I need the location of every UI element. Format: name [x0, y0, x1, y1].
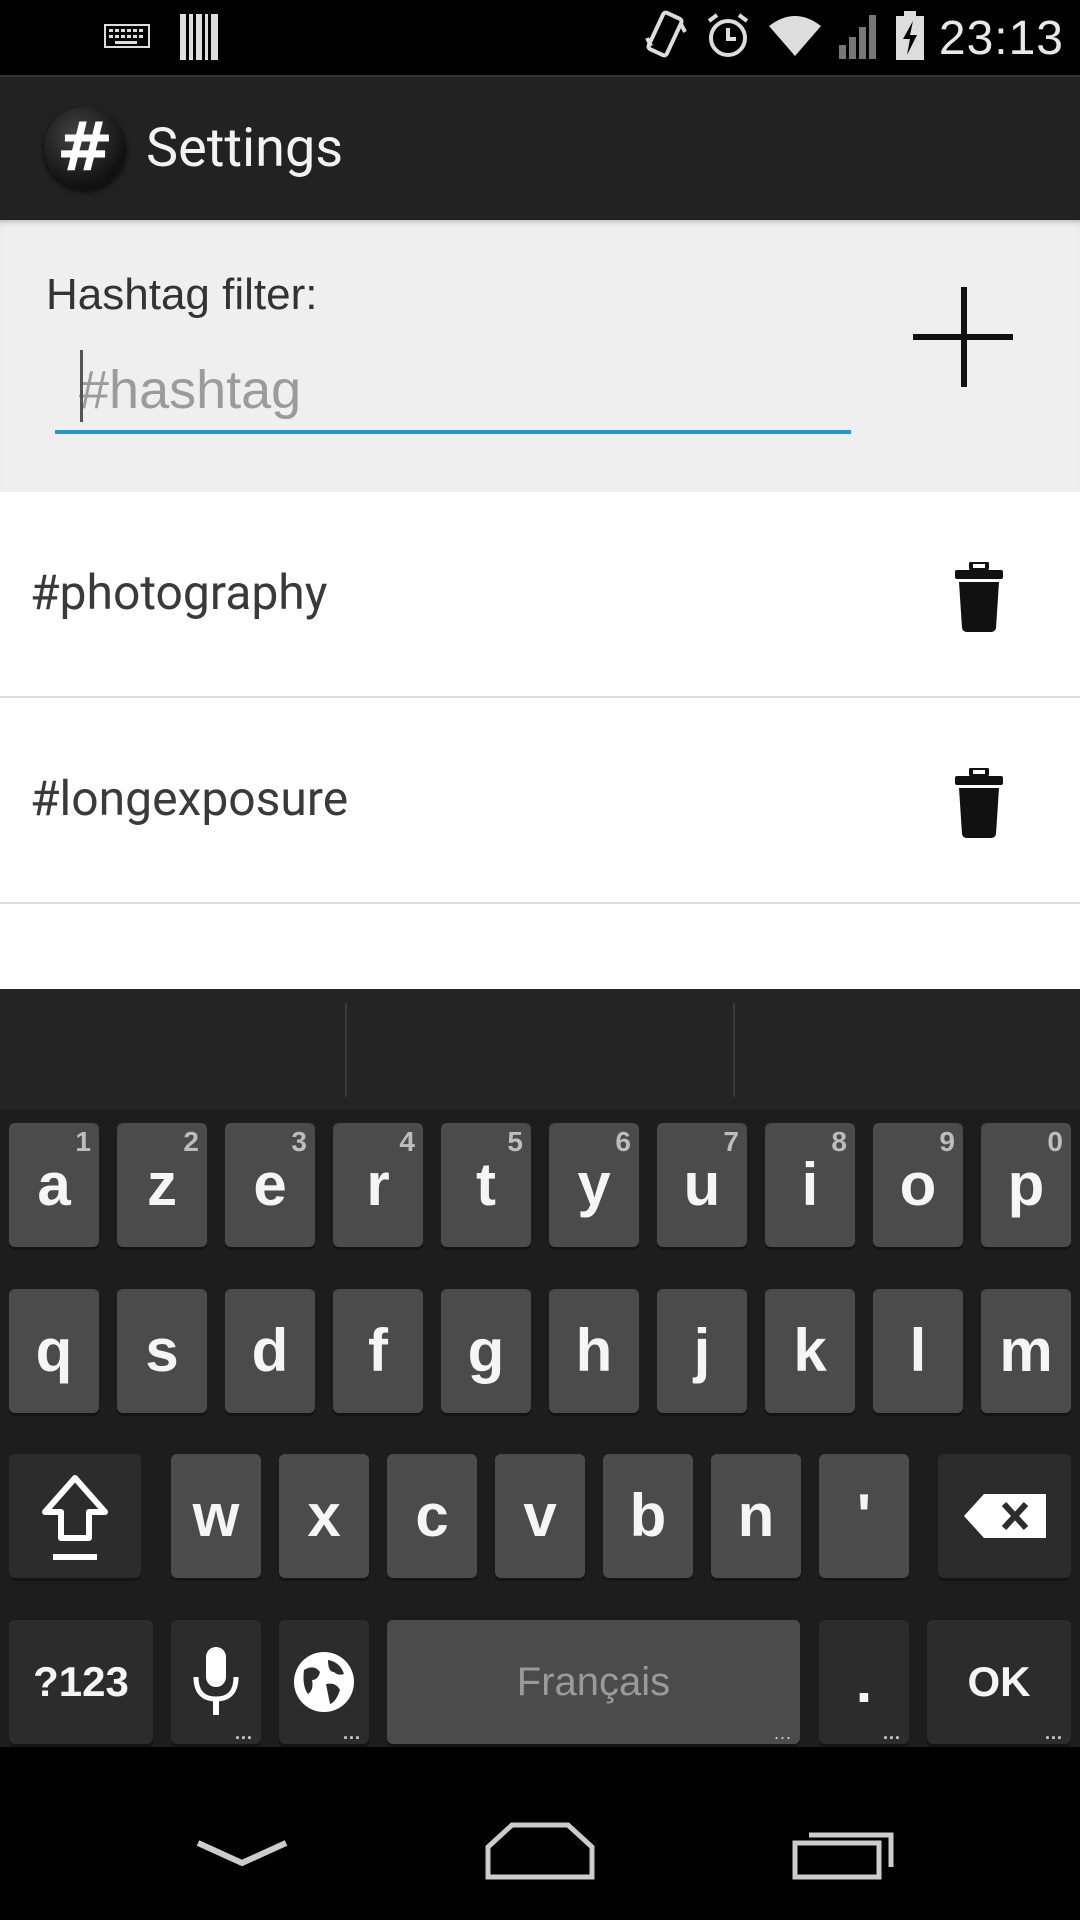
key-a[interactable]: a1: [9, 1123, 99, 1247]
mic-key[interactable]: ...: [171, 1620, 261, 1744]
key-i[interactable]: i8: [765, 1123, 855, 1247]
key-label: a: [37, 1151, 71, 1218]
period-label: .: [855, 1648, 873, 1715]
key-hint: 2: [183, 1126, 199, 1157]
key-hint: 6: [615, 1126, 631, 1157]
battery-charging-icon: [895, 11, 925, 65]
key-r[interactable]: r4: [333, 1123, 423, 1247]
key-apostrophe[interactable]: ': [819, 1454, 909, 1578]
action-bar: # Settings: [0, 75, 1080, 220]
key-o[interactable]: o9: [873, 1123, 963, 1247]
recent-apps-icon[interactable]: [792, 1825, 896, 1881]
filter-label: Hashtag filter:: [46, 270, 318, 319]
key-x[interactable]: x: [279, 1454, 369, 1578]
suggestion-divider: [733, 1003, 735, 1097]
key-label: o: [899, 1151, 937, 1218]
key-c[interactable]: c: [387, 1454, 477, 1578]
space-label: Français: [516, 1660, 671, 1704]
key-more-hint: ...: [773, 1723, 792, 1743]
shift-icon: [42, 1475, 108, 1560]
hashtag-label: #photography: [30, 564, 328, 621]
list-item: #longexposure: [0, 698, 1080, 904]
key-hint: 9: [939, 1126, 955, 1157]
key-hint: 8: [831, 1126, 847, 1157]
symbols-key[interactable]: ?123: [9, 1620, 153, 1744]
key-label: p: [1007, 1151, 1045, 1218]
shift-key[interactable]: [9, 1454, 141, 1578]
key-label: u: [683, 1151, 721, 1218]
page-title: Settings: [146, 117, 344, 180]
navigation-bar: [0, 1747, 1080, 1920]
alarm-icon: [703, 11, 753, 65]
list-item: #photography: [0, 492, 1080, 698]
key-m[interactable]: m: [981, 1289, 1071, 1413]
app-icon[interactable]: #: [44, 107, 126, 189]
vibrate-icon: [643, 8, 689, 68]
key-e[interactable]: e3: [225, 1123, 315, 1247]
key-more-hint: ...: [342, 1723, 361, 1743]
key-f[interactable]: f: [333, 1289, 423, 1413]
enter-label: OK: [967, 1658, 1031, 1705]
key-z[interactable]: z2: [117, 1123, 207, 1247]
key-t[interactable]: t5: [441, 1123, 531, 1247]
plus-icon[interactable]: [908, 282, 1018, 392]
backspace-key[interactable]: [938, 1454, 1071, 1578]
key-n[interactable]: n: [711, 1454, 801, 1578]
language-key[interactable]: ...: [279, 1620, 369, 1744]
text-cursor: [80, 350, 83, 422]
cell-signal-icon: [837, 13, 881, 63]
suggestion-strip[interactable]: [0, 989, 1080, 1109]
key-b[interactable]: b: [603, 1454, 693, 1578]
microphone-icon: [193, 1647, 239, 1715]
hashtag-list: #photography #longexposure: [0, 492, 1080, 989]
key-more-hint: ...: [882, 1723, 901, 1743]
key-g[interactable]: g: [441, 1289, 531, 1413]
key-more-hint: ...: [234, 1723, 253, 1743]
hashtag-label: #longexposure: [30, 770, 349, 827]
key-hint: 0: [1047, 1126, 1063, 1157]
key-l[interactable]: l: [873, 1289, 963, 1413]
key-w[interactable]: w: [171, 1454, 261, 1578]
key-q[interactable]: q: [9, 1289, 99, 1413]
back-down-icon[interactable]: [194, 1835, 290, 1875]
hashtag-input[interactable]: [55, 350, 851, 434]
key-hint: 7: [723, 1126, 739, 1157]
soft-keyboard: a1 z2 e3 r4 t5 y6 u7 i8 o9 p0 q s d f g …: [0, 989, 1080, 1747]
key-label: r: [366, 1151, 390, 1218]
period-key[interactable]: . ...: [819, 1620, 909, 1744]
key-hint: 5: [507, 1126, 523, 1157]
key-hint: 4: [399, 1126, 415, 1157]
suggestion-divider: [345, 1003, 347, 1097]
backspace-icon: [964, 1494, 1046, 1538]
key-d[interactable]: d: [225, 1289, 315, 1413]
key-label: z: [147, 1151, 177, 1218]
key-p[interactable]: p0: [981, 1123, 1071, 1247]
key-h[interactable]: h: [549, 1289, 639, 1413]
key-label: t: [476, 1151, 496, 1218]
key-s[interactable]: s: [117, 1289, 207, 1413]
barcode-icon: [180, 14, 218, 64]
key-y[interactable]: y6: [549, 1123, 639, 1247]
clock: 23:13: [938, 11, 1064, 65]
wifi-icon: [767, 14, 823, 62]
key-v[interactable]: v: [495, 1454, 585, 1578]
key-hint: 3: [291, 1126, 307, 1157]
key-label: y: [577, 1151, 611, 1218]
status-bar: 23:13: [0, 0, 1080, 75]
key-more-hint: ...: [1044, 1723, 1063, 1743]
key-label: i: [801, 1151, 819, 1218]
enter-key[interactable]: OK ...: [927, 1620, 1071, 1744]
key-u[interactable]: u7: [657, 1123, 747, 1247]
key-k[interactable]: k: [765, 1289, 855, 1413]
keyboard-icon: [104, 24, 150, 54]
globe-icon: [294, 1652, 354, 1712]
space-key[interactable]: Français ...: [387, 1620, 800, 1744]
key-j[interactable]: j: [657, 1289, 747, 1413]
key-label: e: [253, 1151, 287, 1218]
home-icon[interactable]: [484, 1821, 596, 1881]
trash-icon[interactable]: [953, 768, 1005, 838]
key-hint: 1: [75, 1126, 91, 1157]
trash-icon[interactable]: [953, 562, 1005, 632]
